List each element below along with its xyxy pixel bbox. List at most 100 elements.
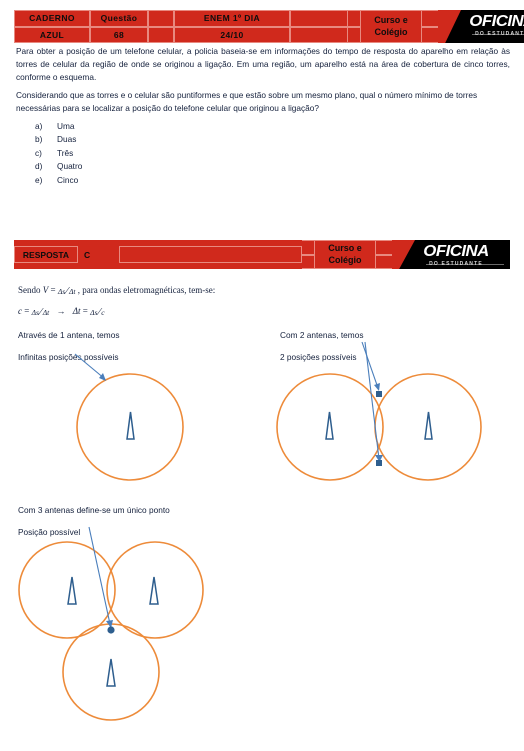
answer-header-cells: RESPOSTA C Curso e Colégio <box>14 240 392 269</box>
header-spacer-d-top <box>422 10 438 27</box>
formula2-den1: Δt <box>42 308 50 317</box>
diagram-two-antennas <box>276 341 482 481</box>
answer-spacer-2 <box>376 240 392 269</box>
question-paragraph-2: Considerando que as torres e o celular s… <box>16 90 478 113</box>
answer-curso-line-2: Colégio <box>328 254 362 265</box>
coverage-circle-1 <box>76 373 184 481</box>
antenna-tower-icon-3c <box>106 658 116 687</box>
coverage-circle-2a <box>276 373 384 481</box>
header-spacer-b-top <box>291 10 347 27</box>
diagram-one-antenna <box>74 353 184 481</box>
option-b-key: b) <box>35 134 43 145</box>
formula2-fraction-2: Δs⁄c <box>90 306 105 318</box>
option-e-key: e) <box>35 174 43 185</box>
header-group-questao: Questão 68 <box>90 10 148 43</box>
answer-spacer <box>302 240 314 269</box>
formula1-variable: V <box>42 285 49 296</box>
oficina-logo: OFICINA DO ESTUDANTE <box>438 10 524 43</box>
header-spacer-c-bottom <box>348 26 360 43</box>
formula2-eq2: = <box>82 306 88 317</box>
curso-line-1: Curso e <box>374 15 408 26</box>
header-spacer-c <box>348 10 360 43</box>
logo-subtitle: DO ESTUDANTE <box>475 31 524 37</box>
exam-date: 24/10 <box>175 26 289 43</box>
formula1-equals: = <box>50 285 56 296</box>
coverage-circle-2b <box>374 373 482 481</box>
formula-time: c = Δs⁄Δt → Δt = Δs⁄c <box>18 306 105 318</box>
formula2-arrow: → <box>56 306 66 317</box>
resposta-label: RESPOSTA <box>14 246 78 263</box>
formula2-lhs: c <box>18 306 22 317</box>
option-c[interactable]: c) Três <box>35 147 82 160</box>
answer-options-list: a) Uma b) Duas c) Três d) Quatro e) Cinc… <box>35 120 82 187</box>
answer-curso-colegio-cell: Curso e Colégio <box>314 240 376 269</box>
option-a-key: a) <box>35 121 43 131</box>
page-root: CADERNO AZUL Questão 68 ENEM 1º DIA 24/1… <box>0 0 524 751</box>
oficina-logo-answer: OFICINA DO ESTUDANTE <box>392 240 510 269</box>
option-d-label: Quatro <box>57 161 83 172</box>
resposta-value: C <box>78 246 120 263</box>
formula1-prefix: Sendo <box>18 285 41 296</box>
option-b[interactable]: b) Duas <box>35 133 82 146</box>
formula2-fraction-1: Δs⁄Δt <box>32 306 50 318</box>
answer-spacer-bottom <box>302 254 314 269</box>
answer-spacer-2-top <box>376 240 392 255</box>
diagram-3-caption: Posição possível <box>18 527 81 537</box>
logo-subtitle-answer: DO ESTUDANTE <box>429 261 483 267</box>
questao-label: Questão <box>91 10 147 27</box>
formula1-suffix: , para ondas eletromagnéticas, tem-se: <box>77 285 216 296</box>
formula2-eq1: = <box>24 306 30 317</box>
header-spacer-a-bottom <box>149 26 173 43</box>
header-spacer-d <box>422 10 438 43</box>
question-paragraph-1: Para obter a posição de um telefone celu… <box>16 46 510 82</box>
intersection-marker-lower <box>376 460 382 466</box>
header-spacer-b <box>290 10 348 43</box>
diagram-three-antennas <box>18 526 204 721</box>
header-group-caderno: CADERNO AZUL <box>14 10 90 43</box>
caderno-value: AZUL <box>15 26 89 43</box>
option-b-label: Duas <box>57 134 77 145</box>
answer-spacer-top <box>302 240 314 255</box>
exam-label: ENEM 1º DIA <box>175 10 289 27</box>
answer-curso-line-1: Curso e <box>328 243 362 254</box>
diagram-3-title: Com 3 antenas define-se um único ponto <box>18 505 170 515</box>
caderno-label: CADERNO <box>15 10 89 27</box>
header-spacer-c-top <box>348 10 360 27</box>
logo-wordmark: OFICINA <box>469 13 524 30</box>
header-spacer-d-bottom <box>422 26 438 43</box>
header-spacer-b-bottom <box>291 26 347 43</box>
intersection-marker-upper <box>376 391 382 397</box>
option-d[interactable]: d) Quatro <box>35 160 82 173</box>
coverage-circle-3b <box>106 541 204 639</box>
antenna-tower-icon-2b <box>424 411 433 440</box>
option-a-label: Uma <box>57 121 75 131</box>
formula-velocity: Sendo V = Δs⁄Δt , para ondas eletromagné… <box>18 285 215 297</box>
callout-arrow-2-upper <box>361 341 380 391</box>
diagram-2-title: Com 2 antenas, temos <box>280 330 364 340</box>
formula2-mid: Δt <box>72 306 81 317</box>
formula1-denominator: Δt <box>69 287 76 296</box>
answer-header-bar: RESPOSTA C Curso e Colégio OFICINA DO ES… <box>14 240 510 269</box>
answer-spacer-2-bottom <box>376 254 392 269</box>
antenna-tower-icon-2a <box>325 411 334 440</box>
option-e-label: Cinco <box>57 174 79 185</box>
resposta-blank-cell <box>120 246 302 263</box>
curso-line-2: Colégio <box>374 26 408 37</box>
curso-colegio-cell: Curso e Colégio <box>360 10 422 43</box>
diagram-1-title: Através de 1 antena, temos <box>18 330 120 340</box>
header-group-exam: ENEM 1º DIA 24/10 <box>174 10 290 43</box>
option-d-key: d) <box>35 161 43 172</box>
question-header-cells: CADERNO AZUL Questão 68 ENEM 1º DIA 24/1… <box>14 10 438 43</box>
coverage-circle-3a <box>18 541 116 639</box>
single-intersection-marker <box>107 626 115 634</box>
option-a[interactable]: a) Uma <box>35 120 82 133</box>
header-spacer-a-top <box>149 10 173 27</box>
questao-value: 68 <box>91 26 147 43</box>
header-spacer-a <box>148 10 174 43</box>
formula2-num1: Δs <box>31 308 39 317</box>
formula2-den2: c <box>101 308 105 317</box>
coverage-circle-3c <box>62 623 160 721</box>
antenna-tower-icon-1 <box>126 411 135 440</box>
option-e[interactable]: e) Cinco <box>35 174 82 187</box>
formula1-fraction: Δs⁄Δt <box>58 285 76 297</box>
